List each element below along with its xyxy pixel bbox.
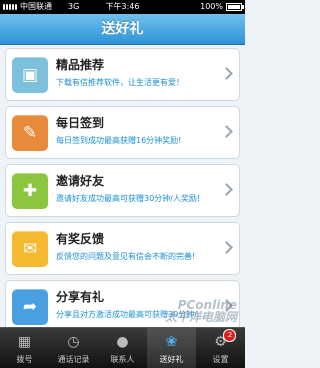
page-title: 送好礼	[0, 14, 245, 45]
tab-label: 拨号	[16, 355, 33, 364]
list-item-description: 反馈您的问题及意见有信会不断的完善!	[56, 252, 196, 261]
watermark: PConline 太平洋电脑网	[137, 299, 237, 325]
tab-settings[interactable]: ⚙ 2 设置	[196, 328, 245, 368]
chevron-right-icon	[220, 241, 233, 254]
list-item-description: 每日签到成功最高获赠16分钟奖励!	[56, 136, 182, 145]
tab-label: 设置	[212, 355, 229, 364]
add-friend-icon: ✚	[12, 173, 48, 209]
status-bar: 中国联通 3G 下午3:46 100%	[0, 0, 245, 14]
gift-icon: ❀	[165, 334, 178, 350]
tab-contacts[interactable]: ● 联系人	[98, 328, 147, 368]
list-item-description: 下载有信推荐软件，让生活更有爱！	[56, 78, 184, 87]
list-item-invite[interactable]: ✚ 邀请好友 邀请好友成功最高可获赠30分钟/人奖励!	[5, 164, 240, 217]
battery-percent: 100%	[200, 2, 223, 11]
list-item-title: 邀请好友	[56, 174, 105, 188]
gift-box-icon: ▣	[12, 57, 48, 93]
list-item-title: 每日签到	[56, 116, 105, 130]
notebook-pen-icon: ✎	[12, 115, 48, 151]
battery-icon	[226, 3, 244, 11]
contact-icon: ●	[116, 334, 129, 350]
notification-badge: 2	[223, 329, 237, 342]
tab-call-log[interactable]: ◷ 通话记录	[49, 328, 98, 368]
tab-label: 送好礼	[159, 355, 184, 364]
chevron-right-icon	[220, 183, 233, 196]
keypad-icon: ▦	[17, 334, 32, 350]
list-item-title: 精品推荐	[56, 58, 105, 72]
tab-bar: ▦ 拨号 ◷ 通话记录 ● 联系人 ❀ 送好礼 ⚙ 2 设置	[0, 327, 245, 368]
share-icon: ➦	[12, 289, 48, 325]
list-item-recommend[interactable]: ▣ 精品推荐 下载有信推荐软件，让生活更有爱！	[5, 48, 240, 101]
clock-icon: ◷	[67, 334, 80, 350]
list-item-title: 分享有礼	[56, 290, 105, 304]
chevron-right-icon	[220, 125, 233, 138]
tab-gifts[interactable]: ❀ 送好礼	[147, 328, 196, 368]
feedback-bubble-icon: ✉	[12, 231, 48, 267]
tab-dialer[interactable]: ▦ 拨号	[0, 328, 49, 368]
list-item-feedback[interactable]: ✉ 有奖反馈 反馈您的问题及意见有信会不断的完善!	[5, 222, 240, 275]
watermark-line2: 太平洋电脑网	[164, 310, 237, 324]
chevron-right-icon	[220, 67, 233, 80]
list-item-description: 邀请好友成功最高可获赠30分钟/人奖励!	[56, 194, 201, 203]
list-item-title: 有奖反馈	[56, 232, 105, 246]
tab-label: 联系人	[110, 355, 135, 364]
tab-label: 通话记录	[57, 355, 90, 364]
list-item-checkin[interactable]: ✎ 每日签到 每日签到成功最高获赠16分钟奖励!	[5, 106, 240, 159]
